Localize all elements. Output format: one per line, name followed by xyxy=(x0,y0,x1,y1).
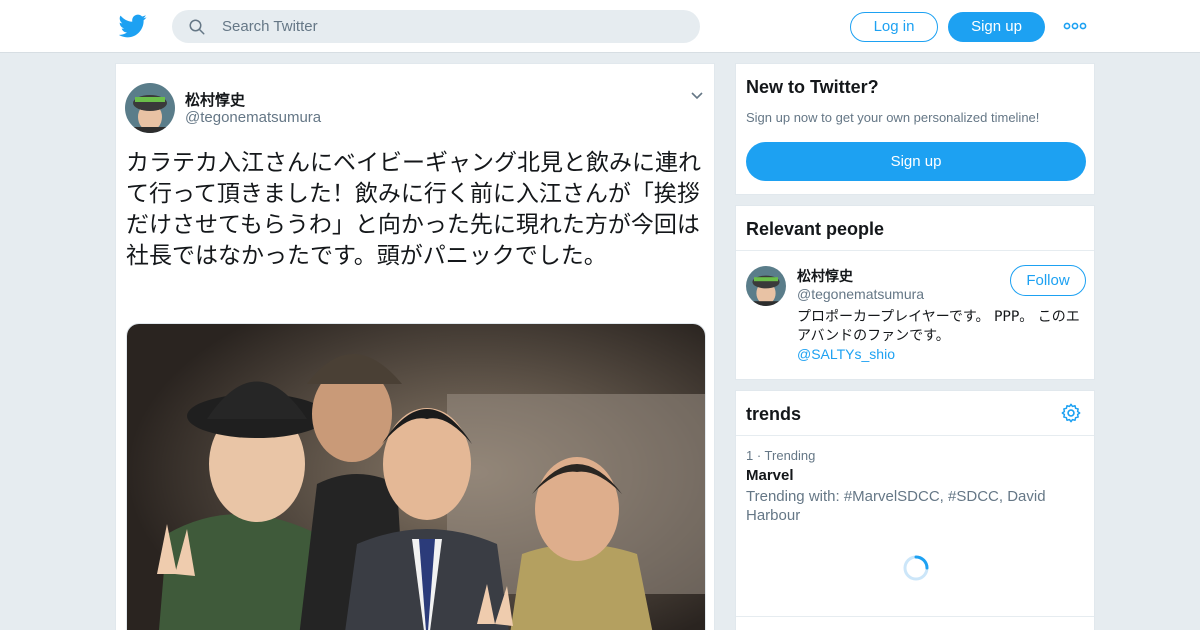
log-in-button[interactable]: Log in xyxy=(850,12,938,42)
chevron-down-icon[interactable] xyxy=(690,91,704,101)
divider xyxy=(736,616,1094,617)
tweet-text: カラテカ入江さんにベイビーギャング北見と飲みに連れて行って頂きました！飲みに行く… xyxy=(126,150,701,269)
author-name[interactable]: 松村惇史 xyxy=(185,89,245,110)
twitter-bird-icon[interactable] xyxy=(119,12,147,40)
tweet-photo[interactable] xyxy=(126,323,706,630)
sign-up-button-large[interactable]: Sign up xyxy=(746,142,1086,181)
divider xyxy=(736,435,1094,436)
author-handle[interactable]: @tegonematsumura xyxy=(185,109,321,126)
new-to-twitter-card: New to Twitter? Sign up now to get your … xyxy=(735,63,1095,195)
search-icon xyxy=(189,19,205,35)
relevant-people-card: Relevant people 松村惇史 @tegonematsumura Fo… xyxy=(735,205,1095,380)
person-bio: プロポーカープレイヤーです。 PPP。 このエアバンドのファンです。 xyxy=(797,309,1080,344)
loading-spinner-icon xyxy=(903,555,929,581)
more-options-icon[interactable] xyxy=(1062,16,1088,36)
sign-up-button[interactable]: Sign up xyxy=(948,12,1045,42)
trends-card: trends 1 · Trending Marvel Trending with… xyxy=(735,390,1095,630)
divider xyxy=(736,250,1094,251)
follow-button[interactable]: Follow xyxy=(1010,265,1086,296)
person-name[interactable]: 松村惇史 xyxy=(797,266,853,286)
top-navigation-bar: Log in Sign up xyxy=(0,0,1200,53)
search-input[interactable] xyxy=(222,10,682,43)
trend-related[interactable]: Trending with: #MarvelSDCC, #SDCC, David… xyxy=(746,487,1076,525)
card-title: New to Twitter? xyxy=(746,77,879,97)
person-handle[interactable]: @tegonematsumura xyxy=(797,286,924,302)
trend-name[interactable]: Marvel xyxy=(746,467,794,484)
avatar[interactable] xyxy=(746,266,786,306)
tweet-card: 松村惇史 @tegonematsumura カラテカ入江さんにベイビーギャング北… xyxy=(115,63,715,630)
search-bar[interactable] xyxy=(172,10,700,43)
gear-icon[interactable] xyxy=(1060,402,1082,424)
card-subtitle: Sign up now to get your own personalized… xyxy=(746,110,1040,125)
author-avatar[interactable] xyxy=(125,83,175,133)
card-title: Relevant people xyxy=(746,219,885,239)
trend-meta: 1 · Trending xyxy=(746,448,816,463)
bio-mention-link[interactable]: @SALTYs_shio xyxy=(797,346,895,362)
card-title: trends xyxy=(746,404,802,424)
